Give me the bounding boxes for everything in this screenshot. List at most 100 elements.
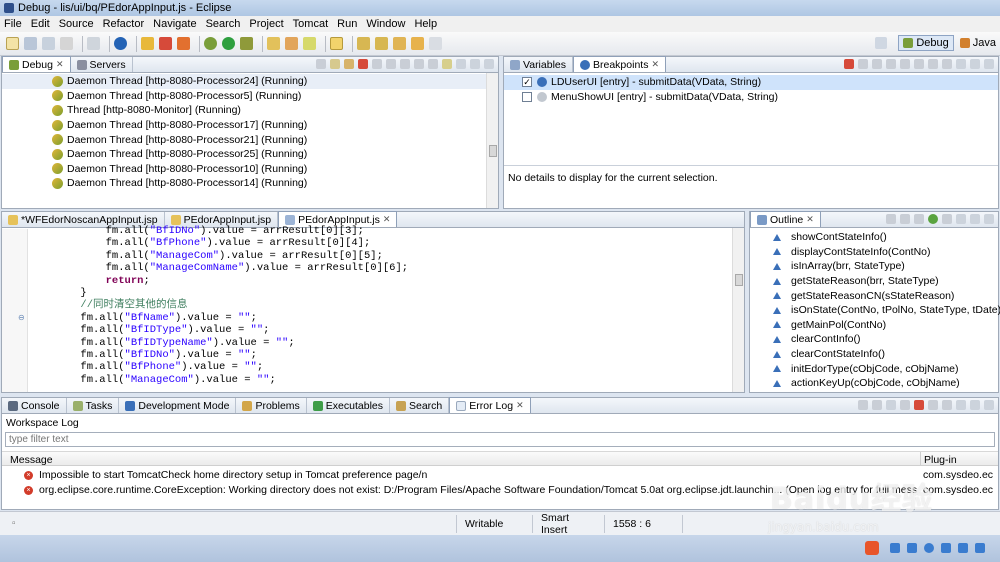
close-icon[interactable]: ✕ [383, 214, 391, 225]
debug-icon[interactable] [204, 37, 217, 50]
suspend-icon[interactable] [344, 59, 354, 69]
code-line[interactable]: } [30, 287, 730, 299]
tray-icon[interactable] [975, 543, 985, 553]
sort-icon[interactable] [886, 214, 896, 224]
tab-problems[interactable]: Problems [236, 398, 307, 413]
tab-variables[interactable]: Variables [504, 57, 573, 72]
outline-item[interactable]: displayContStateInfo(ContNo) [750, 245, 998, 260]
menu-window[interactable]: Window [366, 18, 405, 30]
maximize-icon[interactable] [984, 59, 994, 69]
outline-item[interactable]: isOnState(ContNo, tPolNo, StateType, tDa… [750, 303, 1000, 318]
view-menu-icon[interactable] [956, 59, 966, 69]
drop-to-frame-icon[interactable] [428, 59, 438, 69]
menu-file[interactable]: File [4, 18, 22, 30]
outline-item[interactable]: initEdorType(cObjCode, cObjName) [750, 361, 998, 376]
disconnect-icon[interactable] [372, 59, 382, 69]
java-perspective-button[interactable]: Java [959, 37, 996, 49]
open-perspective-icon[interactable] [875, 37, 888, 49]
tray-icon[interactable] [890, 543, 900, 553]
tab-console[interactable]: Console [2, 398, 67, 413]
collapse-all-icon[interactable] [928, 59, 938, 69]
tomcat-restart-icon[interactable] [177, 37, 190, 50]
thread-row[interactable]: Daemon Thread [http-8080-Processor14] (R… [2, 176, 498, 191]
import-log-icon[interactable] [872, 400, 882, 410]
back-icon[interactable] [411, 37, 424, 50]
close-icon[interactable]: ✕ [651, 59, 659, 70]
code-line[interactable]: return; [30, 275, 730, 287]
plugin-column-header[interactable]: Plug-in [924, 454, 957, 466]
tab-executables[interactable]: Executables [307, 398, 390, 413]
code-line[interactable]: fm.all("BfIDNo").value = ""; [30, 349, 730, 361]
open-type-icon[interactable] [114, 37, 127, 50]
tab-search[interactable]: Search [390, 398, 450, 413]
tab-outline[interactable]: Outline ✕ [750, 211, 821, 227]
terminate-icon[interactable] [358, 59, 368, 69]
thread-row[interactable]: Daemon Thread [http-8080-Processor21] (R… [2, 132, 498, 147]
print-icon[interactable] [60, 37, 73, 50]
maximize-icon[interactable] [484, 59, 494, 69]
message-column-header[interactable]: Message [10, 454, 53, 466]
outline-item[interactable]: clearContInfo() [750, 332, 998, 347]
forward-icon[interactable] [429, 37, 442, 50]
view-menu-icon[interactable] [956, 400, 966, 410]
code-line[interactable]: fm.all("BfIDType").value = ""; [30, 324, 730, 336]
tray-icon[interactable] [907, 543, 917, 553]
minimize-icon[interactable] [470, 59, 480, 69]
resume-icon[interactable] [330, 59, 340, 69]
thread-row[interactable]: Daemon Thread [http-8080-Processor5] (Ru… [2, 89, 498, 104]
show-supported-icon[interactable] [872, 59, 882, 69]
remove-all-icon[interactable] [858, 59, 868, 69]
restore-log-icon[interactable] [942, 400, 952, 410]
thread-row[interactable]: Daemon Thread [http-8080-Processor10] (R… [2, 162, 498, 177]
outline-item[interactable]: showContStateInfo() [750, 230, 998, 245]
skip-breakpoints-icon[interactable] [87, 37, 100, 50]
thread-row[interactable]: Daemon Thread [http-8080-Processor17] (R… [2, 118, 498, 133]
new-icon[interactable] [6, 37, 19, 50]
tab-debug[interactable]: Debug ✕ [2, 56, 71, 72]
scroll-thumb[interactable] [735, 274, 743, 286]
view-menu-icon[interactable] [456, 59, 466, 69]
tab-breakpoints[interactable]: Breakpoints ✕ [573, 56, 666, 72]
pen-icon[interactable] [303, 37, 316, 50]
filter-input[interactable] [5, 432, 995, 447]
tray-icon[interactable] [924, 543, 934, 553]
maximize-icon[interactable] [984, 400, 994, 410]
editor-scrollbar[interactable] [732, 228, 744, 392]
delete-log-icon[interactable] [914, 400, 924, 410]
breakpoint-row[interactable]: ✓ LDUserUI [entry] - submitData(VData, S… [504, 75, 998, 90]
breakpoint-checkbox[interactable] [522, 92, 532, 103]
maximize-icon[interactable] [984, 214, 994, 224]
input-method-icon[interactable] [865, 541, 879, 555]
hide-nonpublic-icon[interactable] [928, 214, 938, 224]
outline-item[interactable]: getStateReason(brr, StateType) [750, 274, 998, 289]
code-line[interactable]: fm.all("BfIDTypeName").value = ""; [30, 337, 730, 349]
outline-item[interactable]: getMainPol(ContNo) [750, 318, 998, 333]
code-line[interactable]: fm.all("BfName").value = ""; [30, 312, 730, 324]
new-package-icon[interactable] [285, 37, 298, 50]
close-icon[interactable]: ✕ [806, 214, 814, 225]
tab-tasks[interactable]: Tasks [67, 398, 120, 413]
menu-source[interactable]: Source [59, 18, 94, 30]
code-line[interactable]: fm.all("BfPhone").value = arrResult[0][4… [30, 237, 730, 249]
tab-error-log[interactable]: Error Log ✕ [449, 397, 531, 413]
external-tools-icon[interactable] [240, 37, 253, 50]
debug-scrollbar[interactable] [486, 73, 498, 208]
clear-log-icon[interactable] [900, 400, 910, 410]
scroll-thumb[interactable] [489, 145, 497, 157]
debug-perspective-button[interactable]: Debug [898, 35, 954, 51]
tab-servers[interactable]: Servers [71, 57, 133, 72]
thread-row[interactable]: Daemon Thread [http-8080-Processor24] (R… [2, 74, 498, 89]
breakpoint-checkbox[interactable]: ✓ [522, 77, 532, 88]
hide-fields-icon[interactable] [900, 214, 910, 224]
close-icon[interactable]: ✕ [516, 400, 524, 411]
open-log-icon[interactable] [928, 400, 938, 410]
thread-row[interactable]: Thread [http-8080-Monitor] (Running) [2, 103, 498, 118]
outline-item[interactable]: getStateReasonCN(sStateReason) [750, 288, 998, 303]
step-into-icon[interactable] [386, 59, 396, 69]
breakpoint-row[interactable]: MenuShowUI [entry] - submitData(VData, S… [504, 90, 998, 105]
save-icon[interactable] [24, 37, 37, 50]
link-icon[interactable] [942, 59, 952, 69]
code-line[interactable]: fm.all("ManageComName").value = arrResul… [30, 262, 730, 274]
remove-breakpoint-icon[interactable] [844, 59, 854, 69]
code-line[interactable]: fm.all("BfPhone").value = ""; [30, 361, 730, 373]
